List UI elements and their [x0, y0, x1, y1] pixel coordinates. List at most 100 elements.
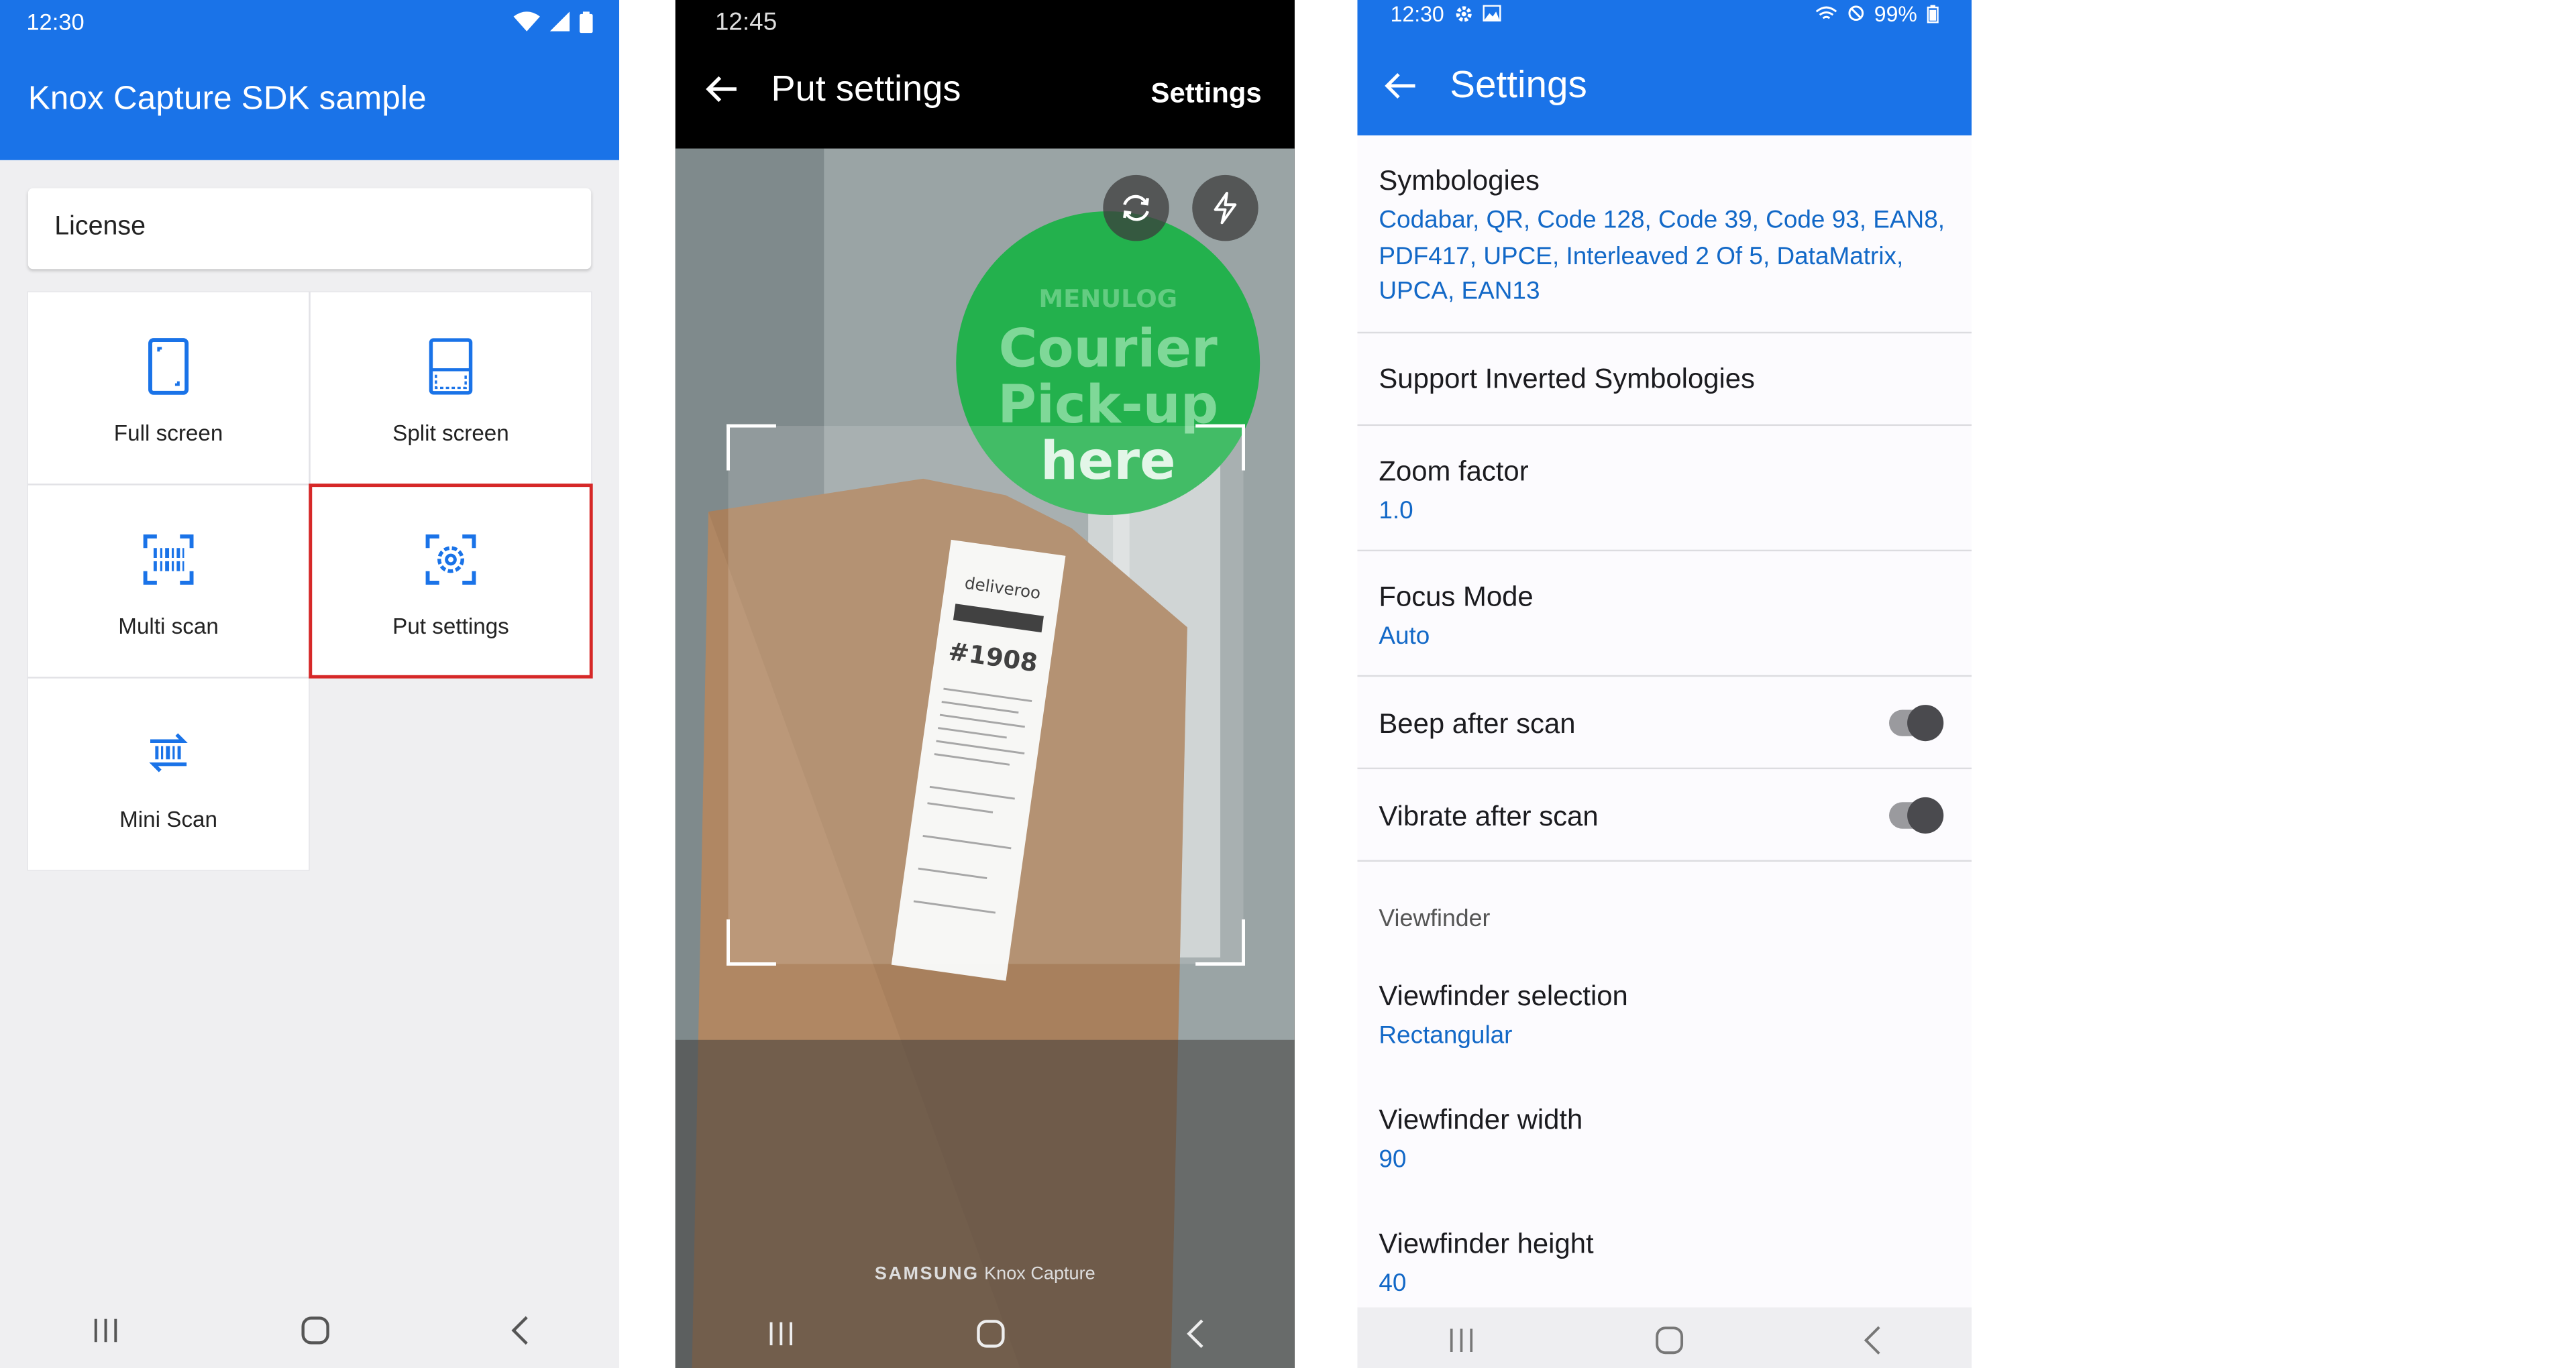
zoom-factor-pref[interactable]: Zoom factor 1.0: [1357, 426, 1972, 552]
recent-apps-icon[interactable]: [765, 1320, 795, 1347]
status-right: 99%: [1815, 1, 1939, 25]
home-icon[interactable]: [975, 1319, 1005, 1349]
pref-summary: Rectangular: [1379, 1021, 1513, 1050]
tile-label: Mini Scan: [119, 807, 218, 832]
wifi-icon: [513, 11, 540, 32]
status-left: 12:30: [1391, 1, 1501, 25]
battery-icon: [1927, 4, 1939, 23]
nav-bar: [0, 1288, 619, 1368]
gear-icon: [1455, 5, 1471, 21]
camera-preview: MENULOG Courier Pick-up here deliveroo #…: [675, 148, 1295, 1368]
wifi-icon: [1815, 6, 1837, 19]
pref-summary: Codabar, QR, Code 128, Code 39, Code 93,…: [1379, 206, 1945, 306]
screenshot-collage: 12:30 Knox Capture SDK sample License Fu…: [0, 0, 2576, 1368]
nav-bar: [676, 1294, 1295, 1368]
split-screen-icon: [429, 338, 473, 395]
split-screen-tile[interactable]: Split screen: [310, 292, 592, 484]
pref-title: Symbologies: [1379, 165, 1540, 196]
do-not-disturb-icon: [1848, 5, 1864, 21]
viewfinder-corner: [1195, 919, 1246, 966]
pref-title: Vibrate after scan: [1379, 800, 1599, 832]
pref-title: Zoom factor: [1379, 455, 1529, 488]
page-title: Settings: [1450, 62, 1587, 106]
tile-label: Split screen: [392, 420, 509, 446]
pref-title: Viewfinder selection: [1379, 980, 1628, 1012]
inverted-symbologies-pref[interactable]: Support Inverted Symbologies: [1357, 333, 1972, 426]
back-arrow-icon[interactable]: [1384, 69, 1417, 102]
viewfinder-frame: [727, 424, 1246, 966]
pref-title: Viewfinder width: [1379, 1104, 1583, 1136]
flash-icon: [1214, 192, 1237, 225]
status-bar: 12:30: [0, 0, 619, 43]
image-icon: [1482, 5, 1501, 22]
brand-watermark: SAMSUNG Knox Capture: [676, 1265, 1295, 1285]
viewfinder-selection-pref[interactable]: Viewfinder selection Rectangular: [1357, 964, 1972, 1086]
tile-label: Multi scan: [118, 614, 219, 639]
camera-screen-phone: 12:45 Put settings Settings MENULOG Cour…: [675, 0, 1295, 1368]
tile-label: Full screen: [113, 420, 223, 446]
tile-label: Put settings: [392, 614, 509, 639]
signal-icon: [549, 11, 570, 32]
pref-title: Focus Mode: [1379, 581, 1534, 613]
app-title: Knox Capture SDK sample: [28, 80, 427, 117]
barcode-refresh-icon: [149, 733, 188, 773]
top-bar: 12:45 Put settings Settings: [675, 0, 1295, 149]
viewfinder-corner: [727, 919, 776, 966]
back-nav-icon[interactable]: [1185, 1319, 1205, 1349]
beep-after-scan-pref[interactable]: Beep after scan: [1357, 677, 1972, 770]
toggle-knob: [1907, 705, 1944, 742]
viewfinder-height-pref[interactable]: Viewfinder height 40: [1357, 1212, 1972, 1308]
mini-scan-tile[interactable]: Mini Scan: [28, 678, 309, 870]
barcode-scan-icon: [143, 534, 194, 585]
status-bar: 12:30 99%: [1357, 0, 1972, 26]
vibrate-toggle[interactable]: [1889, 797, 1944, 834]
license-button[interactable]: License: [28, 188, 592, 270]
put-settings-tile[interactable]: Put settings: [309, 483, 593, 679]
back-arrow-icon[interactable]: [705, 72, 738, 105]
recent-apps-icon[interactable]: [90, 1317, 119, 1343]
phone-portrait-icon: [148, 338, 189, 395]
multi-scan-tile[interactable]: Multi scan: [28, 485, 309, 677]
full-screen-tile[interactable]: Full screen: [28, 292, 309, 484]
toggle-knob: [1907, 797, 1944, 834]
recent-apps-icon[interactable]: [1446, 1327, 1476, 1353]
back-nav-icon[interactable]: [509, 1316, 529, 1345]
beep-toggle[interactable]: [1889, 705, 1944, 742]
gear-scan-icon: [425, 534, 476, 585]
viewfinder-width-pref[interactable]: Viewfinder width 90: [1357, 1088, 1972, 1210]
symbologies-pref[interactable]: Symbologies Codabar, QR, Code 128, Code …: [1357, 135, 1972, 334]
status-time: 12:30: [26, 8, 85, 35]
pref-title: Viewfinder height: [1379, 1228, 1594, 1260]
viewfinder-section-header: Viewfinder: [1379, 906, 1491, 933]
brand-suffix: Knox Capture: [984, 1264, 1095, 1285]
pref-summary: Auto: [1379, 622, 1430, 650]
pref-summary: 40: [1379, 1269, 1407, 1298]
home-screen-phone: 12:30 Knox Capture SDK sample License Fu…: [0, 0, 620, 1368]
home-icon[interactable]: [1654, 1326, 1684, 1355]
status-icons: [513, 11, 593, 33]
battery-percent: 99%: [1874, 1, 1917, 26]
home-icon[interactable]: [300, 1316, 329, 1345]
settings-button[interactable]: Settings: [1151, 78, 1262, 111]
app-bar: 12:30 99% Settings: [1357, 0, 1972, 135]
battery-icon: [580, 11, 593, 33]
refresh-icon: [1123, 194, 1149, 221]
svg-text:MENULOG: MENULOG: [1038, 284, 1177, 313]
switch-camera-button[interactable]: [1103, 174, 1169, 241]
settings-screen-phone: 12:30 99% Settings Symbologies Codabar, …: [1357, 0, 1972, 1368]
viewfinder-corner: [1195, 424, 1246, 471]
pref-title: Support Inverted Symbologies: [1379, 363, 1756, 395]
svg-text:Courier: Courier: [999, 317, 1218, 379]
viewfinder-corner: [727, 424, 776, 471]
pref-summary: 90: [1379, 1145, 1407, 1174]
back-nav-icon[interactable]: [1863, 1326, 1883, 1355]
brand-prefix: SAMSUNG: [874, 1264, 979, 1285]
vibrate-after-scan-pref[interactable]: Vibrate after scan: [1357, 769, 1972, 862]
flash-button[interactable]: [1192, 174, 1258, 241]
status-time: 12:30: [1390, 1, 1444, 26]
app-bar: 12:30 Knox Capture SDK sample: [0, 0, 620, 160]
nav-bar: [1357, 1307, 1972, 1368]
focus-mode-pref[interactable]: Focus Mode Auto: [1357, 551, 1972, 677]
page-title: Put settings: [771, 67, 961, 109]
pref-title: Beep after scan: [1379, 708, 1576, 740]
